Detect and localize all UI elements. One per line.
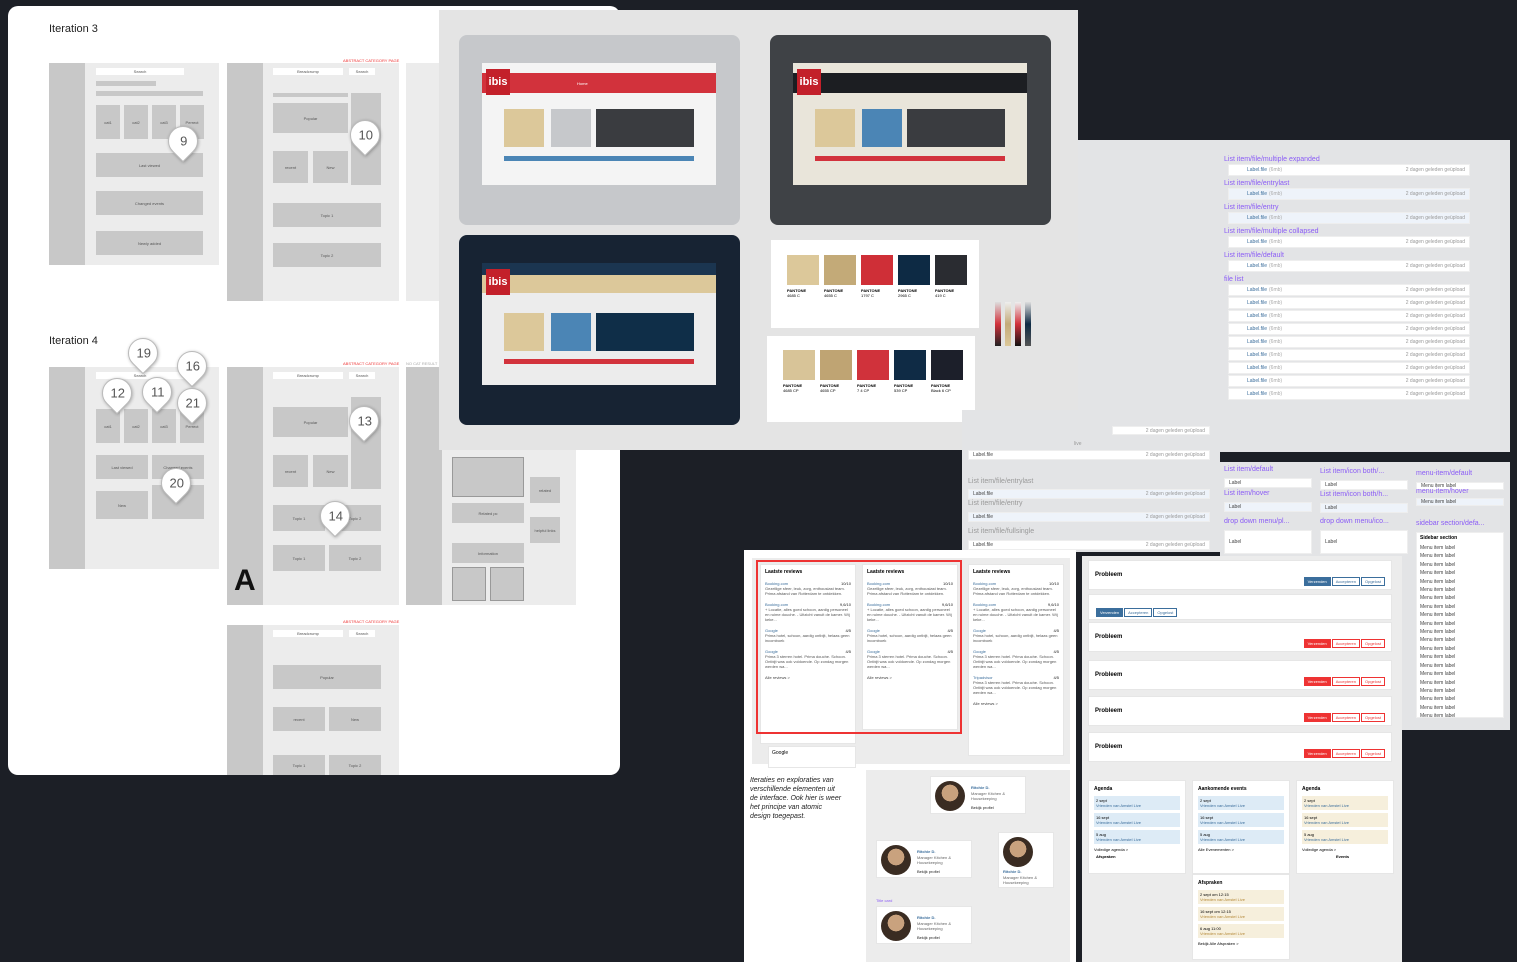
reviews-board: Laatste reviews Booking.com 10/10 Gezellige… bbox=[744, 550, 1076, 962]
swatch: PANTONE 2965 C bbox=[898, 255, 930, 305]
menu-item[interactable]: Menu item label bbox=[1420, 704, 1500, 712]
agenda-item[interactable]: 5 aug Vrienden van Amstel Live bbox=[1302, 830, 1388, 844]
agenda-item[interactable]: 5 aug Vrienden van Amstel Live bbox=[1094, 830, 1180, 844]
menu-item[interactable]: Menu item label bbox=[1420, 544, 1500, 552]
agenda-item[interactable]: 5 aug Vrienden van Amstel Live bbox=[1198, 830, 1284, 844]
swatch: PANTONE 419 C bbox=[935, 255, 967, 305]
file-row[interactable]: Label.file (6mb) 2 dagen geleden geüpload bbox=[1228, 375, 1470, 387]
swatch: PANTONE 7 4 CP bbox=[857, 350, 889, 400]
agenda-item[interactable]: 2 sept Vrienden van Amstel Live bbox=[1302, 796, 1388, 810]
problem-card: Probleem Verzenden Accepteren Opgelost bbox=[1088, 622, 1392, 652]
menu-item[interactable]: Menu item label bbox=[1420, 620, 1500, 628]
wireframe-category: Breadcrump Search Popular recent New Top… bbox=[227, 63, 399, 301]
file-list-board: List item/file/multiple expanded Label.fi… bbox=[1078, 140, 1510, 452]
file-row[interactable]: Label.file (6mb) 2 dagen geleden geüpload bbox=[1228, 297, 1470, 309]
swatch: PANTONE 4655 CP bbox=[820, 350, 852, 400]
component-label: List item/file/multiple expanded bbox=[1224, 156, 1320, 163]
file-list-board-lower: Label.file 2 dagen geleden geüpload live … bbox=[962, 410, 1220, 552]
menu-item[interactable]: Menu item label bbox=[1420, 561, 1500, 569]
profile-card[interactable]: Ritchie D. Manager Kitchen & Housekeeping… bbox=[876, 840, 972, 878]
swatch: PANTONE 4655 C bbox=[824, 255, 856, 305]
menu-item[interactable]: Menu item label bbox=[1420, 628, 1500, 636]
avatar-icon bbox=[1003, 837, 1033, 867]
menu-item[interactable]: Menu item label bbox=[1420, 636, 1500, 644]
file-row[interactable]: Label.file (6mb) 2 dagen geleden geüpload bbox=[1228, 212, 1470, 224]
agenda-item[interactable]: 16 sept Vrienden van Amstel Live bbox=[1198, 813, 1284, 827]
menu-item[interactable]: Menu item label bbox=[1420, 569, 1500, 577]
iteration-3-title: Iteration 3 bbox=[49, 23, 98, 35]
menu-item[interactable]: Menu item label bbox=[1420, 662, 1500, 670]
review-item: Tripadvisor 4/5 Prima 3 sterren hotel. Pri… bbox=[973, 675, 1059, 695]
menu-item[interactable]: Menu item label bbox=[1420, 679, 1500, 687]
swatch: PANTONE Black 6 CP bbox=[931, 350, 963, 400]
file-row[interactable]: Label.file (6mb) 2 dagen geleden geüpload bbox=[1228, 310, 1470, 322]
avatar-icon bbox=[935, 781, 965, 811]
menu-item[interactable]: Menu item label bbox=[1420, 695, 1500, 703]
menu-item[interactable]: Menu item label bbox=[1420, 670, 1500, 678]
file-row[interactable]: Label.file (6mb) 2 dagen geleden geüpload bbox=[1228, 349, 1470, 361]
wf-search: Search bbox=[96, 68, 184, 75]
file-row[interactable]: Label.file (6mb) 2 dagen geleden geüpload bbox=[1228, 388, 1470, 400]
file-row[interactable]: Label.file (6mb) 2 dagen geleden geüpload bbox=[1228, 362, 1470, 374]
file-row[interactable]: Label.file (6mb) 2 dagen geleden geüpload bbox=[1228, 284, 1470, 296]
iteration-4-title: Iteration 4 bbox=[49, 335, 98, 347]
menu-item[interactable]: Menu item label bbox=[1420, 586, 1500, 594]
appointments-card: Afspraken 2 sept om 12:15 Vrienden van Ams… bbox=[1192, 874, 1290, 960]
component-label: List item/file/entrylast bbox=[1224, 180, 1290, 187]
menu-item[interactable]: Menu item label bbox=[1420, 687, 1500, 695]
file-row[interactable]: Label.file (6mb) 2 dagen geleden geüpload bbox=[1228, 236, 1470, 248]
pantone-swatches-2: PANTONE 4685 CP PANTONE 4655 CP PANTONE 7 4 C… bbox=[767, 336, 975, 422]
menu-item[interactable]: Menu item label bbox=[1420, 653, 1500, 661]
problem-card: Probleem Verzenden Accepteren Opgelost bbox=[1088, 696, 1392, 726]
agenda-item[interactable]: 16 sept Vrienden van Amstel Live bbox=[1302, 813, 1388, 827]
agenda-item[interactable]: 16 sept Vrienden van Amstel Live bbox=[1094, 813, 1180, 827]
highlight-box bbox=[756, 560, 962, 734]
component-label: List item/file/default bbox=[1224, 252, 1284, 259]
avatar-icon bbox=[881, 911, 911, 941]
avatar-icon bbox=[881, 845, 911, 875]
component-label: List item/file/multiple collapsed bbox=[1224, 228, 1319, 235]
agenda-item[interactable]: 2 sept Vrienden van Amstel Live bbox=[1198, 796, 1284, 810]
swatch: PANTONE 4685 C bbox=[787, 255, 819, 305]
caption: Iteraties en exploraties van verschillen… bbox=[750, 777, 842, 820]
dashboard-board: Probleem Verzenden Accepteren Opgelost Verze… bbox=[1082, 556, 1402, 962]
file-row[interactable]: Label.file (6mb) 2 dagen geleden geüpload bbox=[1228, 336, 1470, 348]
profile-card[interactable]: Ritchie D. Manager Kitchen & Housekeeping bbox=[998, 832, 1054, 888]
menu-item[interactable]: Menu item label bbox=[1420, 578, 1500, 586]
problem-card: Probleem Verzenden Accepteren Opgelost bbox=[1088, 560, 1392, 590]
review-item: Google 4/5 Prima 3 sterren hotel. Prima do… bbox=[973, 649, 1059, 669]
profile-card[interactable]: Ritchie D. Manager Kitchen & Housekeeping… bbox=[876, 906, 972, 944]
swatch: PANTONE 539 CP bbox=[894, 350, 926, 400]
wireframe-category-v5: Breadcrump Search Popular recent New Top… bbox=[227, 625, 399, 775]
menu-item[interactable]: Menu item label bbox=[1420, 712, 1500, 720]
file-row[interactable]: Label.file (6mb) 2 dagen geleden geüpload bbox=[1228, 260, 1470, 272]
agenda-card: Aankomende events 2 sept Vrienden van Amst… bbox=[1192, 780, 1290, 874]
problem-card: Probleem Verzenden Accepteren Opgelost bbox=[1088, 660, 1392, 690]
swatch: PANTONE 1797 C bbox=[861, 255, 893, 305]
menu-item[interactable]: Menu item label bbox=[1420, 611, 1500, 619]
agenda-item[interactable]: 2 sept Vrienden van Amstel Live bbox=[1094, 796, 1180, 810]
component-label: file list bbox=[1224, 276, 1244, 283]
brand-board: ibis Home ibis ibis PANTONE 4685 C PANTO… bbox=[439, 10, 1078, 450]
component-label: List item/file/entry bbox=[1224, 204, 1279, 211]
agenda-card: Agenda 2 sept Vrienden van Amstel Live 16 s… bbox=[1296, 780, 1394, 874]
letter-a: A bbox=[234, 564, 256, 597]
review-item: Google 4/5 Prima hotel, schoon, aardig ont… bbox=[973, 628, 1059, 643]
file-row[interactable]: Label.file (6mb) 2 dagen geleden geüpload bbox=[1228, 188, 1470, 200]
file-row[interactable]: Label.file (6mb) 2 dagen geleden geüpload bbox=[1228, 164, 1470, 176]
pantone-swatches: PANTONE 4685 C PANTONE 4655 C PANTONE 1797 CP… bbox=[771, 240, 979, 328]
ibis-logo: ibis bbox=[486, 69, 510, 95]
profile-card[interactable]: Ritchie D. Manager Kitchen & Housekeeping… bbox=[930, 776, 1026, 814]
agenda-card: Agenda 2 sept Vrienden van Amstel Live 16 s… bbox=[1088, 780, 1186, 874]
menu-item[interactable]: Menu item label bbox=[1420, 603, 1500, 611]
wireframe-homepage: Search cat1 cat2 cat3 Perrect Last viewe… bbox=[49, 63, 219, 265]
review-item: Booking.com 10/10 Gezellige sfeer, leuk, z… bbox=[973, 581, 1059, 596]
problem-card: Probleem Verzenden Accepteren Opgelost bbox=[1088, 732, 1392, 762]
menu-item[interactable]: Menu item label bbox=[1420, 594, 1500, 602]
menu-item[interactable]: Menu item label bbox=[1420, 552, 1500, 560]
review-item: Booking.com 9,6/10 + Locatie, alles goed s… bbox=[973, 602, 1059, 622]
swatch: PANTONE 4685 CP bbox=[783, 350, 815, 400]
file-row[interactable]: Label.file (6mb) 2 dagen geleden geüpload bbox=[1228, 323, 1470, 335]
menu-item[interactable]: Menu item label bbox=[1420, 645, 1500, 653]
